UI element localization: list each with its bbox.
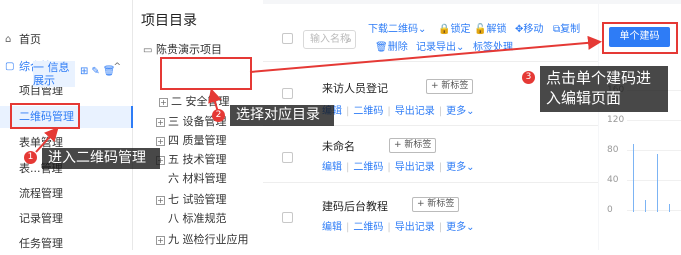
step-badge-1: 1 bbox=[24, 151, 37, 164]
callout-step3: 点击单个建码进入编辑页面 bbox=[540, 66, 668, 112]
callout-step1: 进入二维码管理 bbox=[42, 148, 160, 169]
annotation-arrows bbox=[35, 35, 602, 153]
callout-step2: 选择对应目录 bbox=[230, 105, 334, 126]
step-badge-2: 2 bbox=[212, 109, 225, 122]
step-badge-3: 3 bbox=[522, 71, 535, 84]
